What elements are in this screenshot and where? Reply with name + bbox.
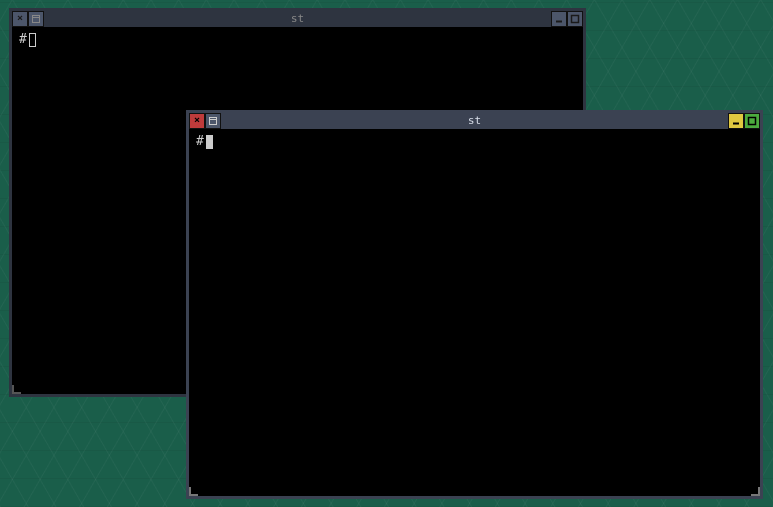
minimize-icon (554, 14, 564, 24)
window-title: st (221, 113, 728, 129)
prompt-line: # (196, 134, 753, 150)
titlebar[interactable]: × st (12, 11, 583, 27)
window-menu-button[interactable] (28, 11, 44, 27)
text-cursor (206, 135, 213, 149)
maximize-icon (747, 116, 757, 126)
terminal-content[interactable]: # (192, 132, 757, 493)
close-button[interactable]: × (12, 11, 28, 27)
close-icon: × (17, 11, 23, 27)
shell-prompt: # (19, 32, 27, 48)
titlebar[interactable]: × st (189, 113, 760, 129)
maximize-button[interactable] (567, 11, 583, 27)
text-cursor (29, 33, 36, 47)
prompt-line: # (19, 32, 576, 48)
window-title: st (44, 11, 551, 27)
close-button[interactable]: × (189, 113, 205, 129)
maximize-icon (570, 14, 580, 24)
shell-prompt: # (196, 134, 204, 150)
minimize-button[interactable] (728, 113, 744, 129)
minimize-button[interactable] (551, 11, 567, 27)
minimize-icon (731, 116, 741, 126)
menu-icon (208, 116, 218, 126)
maximize-button[interactable] (744, 113, 760, 129)
close-icon: × (194, 113, 200, 129)
terminal-window-active[interactable]: × st # (186, 110, 763, 499)
desktop: × st # (0, 0, 773, 507)
window-menu-button[interactable] (205, 113, 221, 129)
menu-icon (31, 14, 41, 24)
